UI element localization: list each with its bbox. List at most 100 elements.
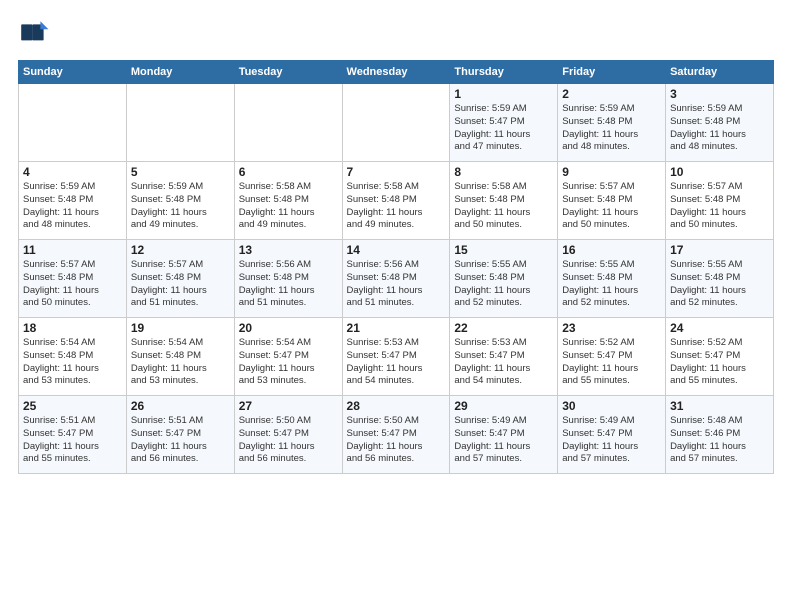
- day-number: 16: [562, 243, 661, 257]
- logo: [18, 18, 54, 50]
- day-number: 3: [670, 87, 769, 101]
- day-number: 17: [670, 243, 769, 257]
- col-header-thursday: Thursday: [450, 61, 558, 84]
- col-header-saturday: Saturday: [666, 61, 774, 84]
- day-number: 1: [454, 87, 553, 101]
- calendar-cell: [19, 84, 127, 162]
- day-info: Sunrise: 5:55 AMSunset: 5:48 PMDaylight:…: [670, 259, 769, 310]
- day-number: 18: [23, 321, 122, 335]
- col-header-tuesday: Tuesday: [234, 61, 342, 84]
- calendar-cell: 10Sunrise: 5:57 AMSunset: 5:48 PMDayligh…: [666, 162, 774, 240]
- day-number: 20: [239, 321, 338, 335]
- calendar-cell: 12Sunrise: 5:57 AMSunset: 5:48 PMDayligh…: [126, 240, 234, 318]
- day-info: Sunrise: 5:59 AMSunset: 5:48 PMDaylight:…: [131, 181, 230, 232]
- col-header-monday: Monday: [126, 61, 234, 84]
- header: [18, 18, 774, 50]
- calendar-cell: 17 Sunrise: 5:55 AMSunset: 5:48 PMDayligh…: [666, 240, 774, 318]
- day-number: 29: [454, 399, 553, 413]
- calendar-week-1: 4 Sunrise: 5:59 AMSunset: 5:48 PMDaylight…: [19, 162, 774, 240]
- day-number: 13: [239, 243, 338, 257]
- calendar-cell: 7 Sunrise: 5:58 AMSunset: 5:48 PMDaylight…: [342, 162, 450, 240]
- calendar-cell: 15 Sunrise: 5:55 AMSunset: 5:48 PMDayligh…: [450, 240, 558, 318]
- calendar-cell: 8 Sunrise: 5:58 AMSunset: 5:48 PMDaylight…: [450, 162, 558, 240]
- day-number: 12: [131, 243, 230, 257]
- day-info: Sunrise: 5:53 AMSunset: 5:47 PMDaylight:…: [347, 337, 446, 388]
- calendar-cell: 28 Sunrise: 5:50 AMSunset: 5:47 PMDayligh…: [342, 396, 450, 474]
- day-info: Sunrise: 5:55 AMSunset: 5:48 PMDaylight:…: [454, 259, 553, 310]
- day-info: Sunrise: 5:53 AMSunset: 5:47 PMDaylight:…: [454, 337, 553, 388]
- day-number: 2: [562, 87, 661, 101]
- day-info: Sunrise: 5:56 AMSunset: 5:48 PMDaylight:…: [347, 259, 446, 310]
- calendar-cell: 4 Sunrise: 5:59 AMSunset: 5:48 PMDaylight…: [19, 162, 127, 240]
- day-number: 14: [347, 243, 446, 257]
- calendar-cell: 30 Sunrise: 5:49 AMSunset: 5:47 PMDayligh…: [558, 396, 666, 474]
- col-header-friday: Friday: [558, 61, 666, 84]
- calendar-cell: 19Sunrise: 5:54 AMSunset: 5:48 PMDayligh…: [126, 318, 234, 396]
- calendar-cell: 23Sunrise: 5:52 AMSunset: 5:47 PMDayligh…: [558, 318, 666, 396]
- calendar-cell: 16 Sunrise: 5:55 AMSunset: 5:48 PMDayligh…: [558, 240, 666, 318]
- day-info: Sunrise: 5:49 AMSunset: 5:47 PMDaylight:…: [562, 415, 661, 466]
- calendar-week-4: 25 Sunrise: 5:51 AMSunset: 5:47 PMDayligh…: [19, 396, 774, 474]
- calendar-cell: [126, 84, 234, 162]
- col-header-wednesday: Wednesday: [342, 61, 450, 84]
- day-info: Sunrise: 5:49 AMSunset: 5:47 PMDaylight:…: [454, 415, 553, 466]
- day-info: Sunrise: 5:58 AMSunset: 5:48 PMDaylight:…: [347, 181, 446, 232]
- day-number: 8: [454, 165, 553, 179]
- day-number: 15: [454, 243, 553, 257]
- calendar-cell: 27 Sunrise: 5:50 AMSunset: 5:47 PMDayligh…: [234, 396, 342, 474]
- day-info: Sunrise: 5:59 AMSunset: 5:48 PMDaylight:…: [670, 103, 769, 154]
- day-info: Sunrise: 5:51 AMSunset: 5:47 PMDaylight:…: [23, 415, 122, 466]
- calendar-cell: 2 Sunrise: 5:59 AMSunset: 5:48 PMDaylight…: [558, 84, 666, 162]
- day-number: 27: [239, 399, 338, 413]
- day-info: Sunrise: 5:54 AMSunset: 5:48 PMDaylight:…: [23, 337, 122, 388]
- calendar-cell: 21Sunrise: 5:53 AMSunset: 5:47 PMDayligh…: [342, 318, 450, 396]
- day-info: Sunrise: 5:59 AMSunset: 5:48 PMDaylight:…: [562, 103, 661, 154]
- day-number: 10: [670, 165, 769, 179]
- calendar-cell: 31 Sunrise: 5:48 AMSunset: 5:46 PMDayligh…: [666, 396, 774, 474]
- calendar-week-0: 1Sunrise: 5:59 AMSunset: 5:47 PMDaylight…: [19, 84, 774, 162]
- calendar-cell: 5 Sunrise: 5:59 AMSunset: 5:48 PMDaylight…: [126, 162, 234, 240]
- calendar-cell: 29 Sunrise: 5:49 AMSunset: 5:47 PMDayligh…: [450, 396, 558, 474]
- calendar-cell: 18 Sunrise: 5:54 AMSunset: 5:48 PMDayligh…: [19, 318, 127, 396]
- day-info: Sunrise: 5:48 AMSunset: 5:46 PMDaylight:…: [670, 415, 769, 466]
- day-info: Sunrise: 5:52 AMSunset: 5:47 PMDaylight:…: [562, 337, 661, 388]
- col-header-sunday: Sunday: [19, 61, 127, 84]
- day-number: 28: [347, 399, 446, 413]
- calendar-cell: 11 Sunrise: 5:57 AMSunset: 5:48 PMDayligh…: [19, 240, 127, 318]
- day-number: 6: [239, 165, 338, 179]
- day-info: Sunrise: 5:57 AMSunset: 5:48 PMDaylight:…: [23, 259, 122, 310]
- calendar-header-row: SundayMondayTuesdayWednesdayThursdayFrid…: [19, 61, 774, 84]
- calendar-week-3: 18 Sunrise: 5:54 AMSunset: 5:48 PMDayligh…: [19, 318, 774, 396]
- day-info: Sunrise: 5:50 AMSunset: 5:47 PMDaylight:…: [347, 415, 446, 466]
- day-number: 30: [562, 399, 661, 413]
- day-number: 11: [23, 243, 122, 257]
- calendar-cell: [234, 84, 342, 162]
- day-number: 24: [670, 321, 769, 335]
- calendar-cell: [342, 84, 450, 162]
- day-number: 5: [131, 165, 230, 179]
- day-info: Sunrise: 5:51 AMSunset: 5:47 PMDaylight:…: [131, 415, 230, 466]
- day-number: 26: [131, 399, 230, 413]
- day-info: Sunrise: 5:58 AMSunset: 5:48 PMDaylight:…: [239, 181, 338, 232]
- calendar-cell: 24Sunrise: 5:52 AMSunset: 5:47 PMDayligh…: [666, 318, 774, 396]
- day-info: Sunrise: 5:58 AMSunset: 5:48 PMDaylight:…: [454, 181, 553, 232]
- day-info: Sunrise: 5:59 AMSunset: 5:48 PMDaylight:…: [23, 181, 122, 232]
- calendar-cell: 13Sunrise: 5:56 AMSunset: 5:48 PMDayligh…: [234, 240, 342, 318]
- day-number: 25: [23, 399, 122, 413]
- calendar-cell: 9 Sunrise: 5:57 AMSunset: 5:48 PMDaylight…: [558, 162, 666, 240]
- calendar-cell: 20 Sunrise: 5:54 AMSunset: 5:47 PMDayligh…: [234, 318, 342, 396]
- calendar-cell: 1Sunrise: 5:59 AMSunset: 5:47 PMDaylight…: [450, 84, 558, 162]
- calendar-cell: 22Sunrise: 5:53 AMSunset: 5:47 PMDayligh…: [450, 318, 558, 396]
- calendar-cell: 26 Sunrise: 5:51 AMSunset: 5:47 PMDayligh…: [126, 396, 234, 474]
- day-number: 4: [23, 165, 122, 179]
- calendar-cell: 6 Sunrise: 5:58 AMSunset: 5:48 PMDaylight…: [234, 162, 342, 240]
- day-number: 31: [670, 399, 769, 413]
- day-info: Sunrise: 5:54 AMSunset: 5:48 PMDaylight:…: [131, 337, 230, 388]
- day-number: 9: [562, 165, 661, 179]
- day-info: Sunrise: 5:50 AMSunset: 5:47 PMDaylight:…: [239, 415, 338, 466]
- day-number: 7: [347, 165, 446, 179]
- day-info: Sunrise: 5:57 AMSunset: 5:48 PMDaylight:…: [562, 181, 661, 232]
- day-info: Sunrise: 5:54 AMSunset: 5:47 PMDaylight:…: [239, 337, 338, 388]
- day-info: Sunrise: 5:55 AMSunset: 5:48 PMDaylight:…: [562, 259, 661, 310]
- calendar-cell: 3 Sunrise: 5:59 AMSunset: 5:48 PMDaylight…: [666, 84, 774, 162]
